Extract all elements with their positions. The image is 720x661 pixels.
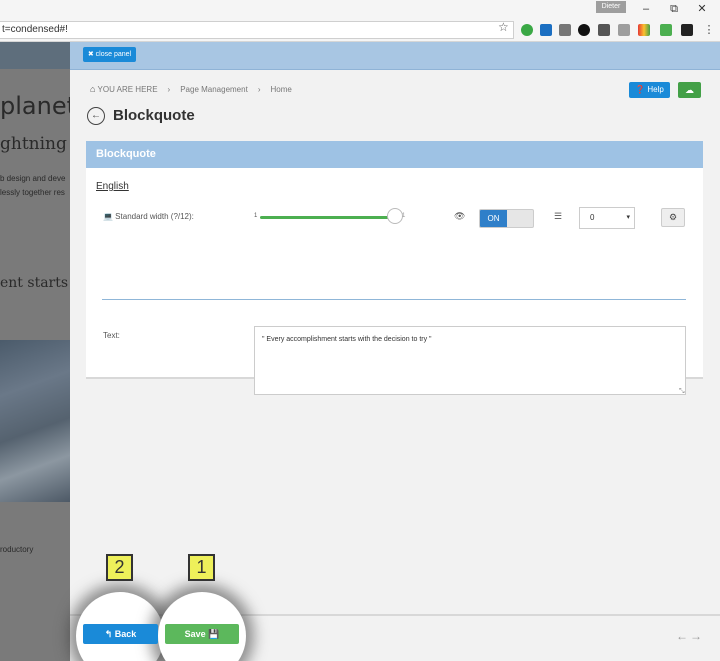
- cast-icon[interactable]: [598, 24, 610, 36]
- width-slider-handle[interactable]: [387, 208, 403, 224]
- callout-step-2: 2: [106, 554, 133, 581]
- card-header: Blockquote: [86, 141, 703, 168]
- background-subheading: ghtning f: [0, 134, 70, 154]
- visibility-toggle[interactable]: ON: [479, 209, 534, 228]
- back-arrow-icon[interactable]: ←: [87, 107, 105, 125]
- page-title: Blockquote: [113, 107, 195, 124]
- toggle-on-label[interactable]: ON: [480, 210, 507, 227]
- url-field[interactable]: t=condensed#!: [0, 21, 514, 39]
- extension-grey-icon[interactable]: [618, 24, 630, 36]
- background-footer-text: roductory: [0, 545, 34, 554]
- list-icon: ☰: [554, 211, 563, 221]
- save-button[interactable]: Save 💾: [165, 624, 239, 644]
- prev-next-arrows-icon[interactable]: ←→: [676, 629, 704, 643]
- background-nav: [0, 42, 70, 69]
- panel-topbar: ✖ close panel: [70, 42, 720, 70]
- background-quote-fragment: ent starts w: [0, 275, 70, 291]
- extension-doc-icon[interactable]: [660, 24, 672, 36]
- bookmark-star-icon[interactable]: ☆: [498, 19, 509, 35]
- slider-min-label: 1: [254, 213, 258, 219]
- breadcrumb-home[interactable]: Home: [270, 85, 291, 94]
- extension-blue-icon[interactable]: [540, 24, 552, 36]
- resize-grip-icon[interactable]: ⤡: [679, 388, 685, 396]
- callout-step-1: 1: [188, 554, 215, 581]
- width-slider-track[interactable]: [260, 216, 401, 219]
- cloud-upload-button[interactable]: ☁: [678, 82, 701, 98]
- background-heading: planet: [0, 92, 70, 120]
- close-panel-button[interactable]: ✖ close panel: [83, 47, 136, 62]
- breadcrumb-separator: ›: [167, 84, 171, 94]
- extension-color-icon[interactable]: [638, 24, 650, 36]
- help-button[interactable]: ❓ Help: [629, 82, 670, 98]
- order-select-value: 0: [590, 213, 595, 222]
- breadcrumb-separator: ›: [257, 84, 261, 94]
- language-tab-english[interactable]: English: [96, 181, 129, 192]
- address-bar: t=condensed#! ☆ ⋮: [0, 19, 720, 42]
- quote-text-input[interactable]: " Every accomplishment starts with the d…: [254, 326, 686, 395]
- order-select[interactable]: 0 ▾: [579, 207, 635, 229]
- user-profile-chip[interactable]: Dieter: [596, 1, 626, 13]
- edit-panel: ✖ close panel ⌂ YOU ARE HERE › Page Mana…: [70, 42, 720, 661]
- breadcrumb-page-management[interactable]: Page Management: [180, 85, 248, 94]
- extension-dark-icon[interactable]: [578, 24, 590, 36]
- settings-gear-button[interactable]: ⚙: [661, 208, 685, 227]
- section-divider: [102, 299, 686, 300]
- window-titlebar: Dieter – ⧉ ✕: [0, 0, 720, 19]
- breadcrumb-here: ⌂ YOU ARE HERE: [90, 84, 158, 94]
- breadcrumb: ⌂ YOU ARE HERE › Page Management › Home: [90, 84, 292, 94]
- back-button[interactable]: ↰ Back: [83, 624, 158, 644]
- restore-button[interactable]: ⧉: [664, 2, 684, 16]
- extension-black-icon[interactable]: [681, 24, 693, 36]
- standard-width-label: 💻 Standard width (?/12):: [103, 212, 194, 221]
- background-text-line: lessly together res: [0, 188, 65, 197]
- slider-max-label: 1: [402, 213, 406, 219]
- eye-icon: 👁: [454, 211, 466, 221]
- minimize-button[interactable]: –: [636, 2, 656, 16]
- menu-kebab-icon[interactable]: ⋮: [703, 24, 715, 36]
- background-page: planet ghtning f b design and deve lessl…: [0, 42, 70, 661]
- camera-extension-icon[interactable]: [559, 24, 571, 36]
- extension-green-icon[interactable]: [521, 24, 533, 36]
- close-window-button[interactable]: ✕: [692, 2, 712, 16]
- background-sky-image: [0, 340, 70, 502]
- blockquote-card: Blockquote English 💻 Standard width (?/1…: [86, 141, 703, 395]
- chevron-down-icon: ▾: [626, 214, 630, 221]
- text-label: Text:: [103, 331, 120, 340]
- background-text-line: b design and deve: [0, 174, 66, 183]
- home-icon: ⌂: [90, 84, 96, 94]
